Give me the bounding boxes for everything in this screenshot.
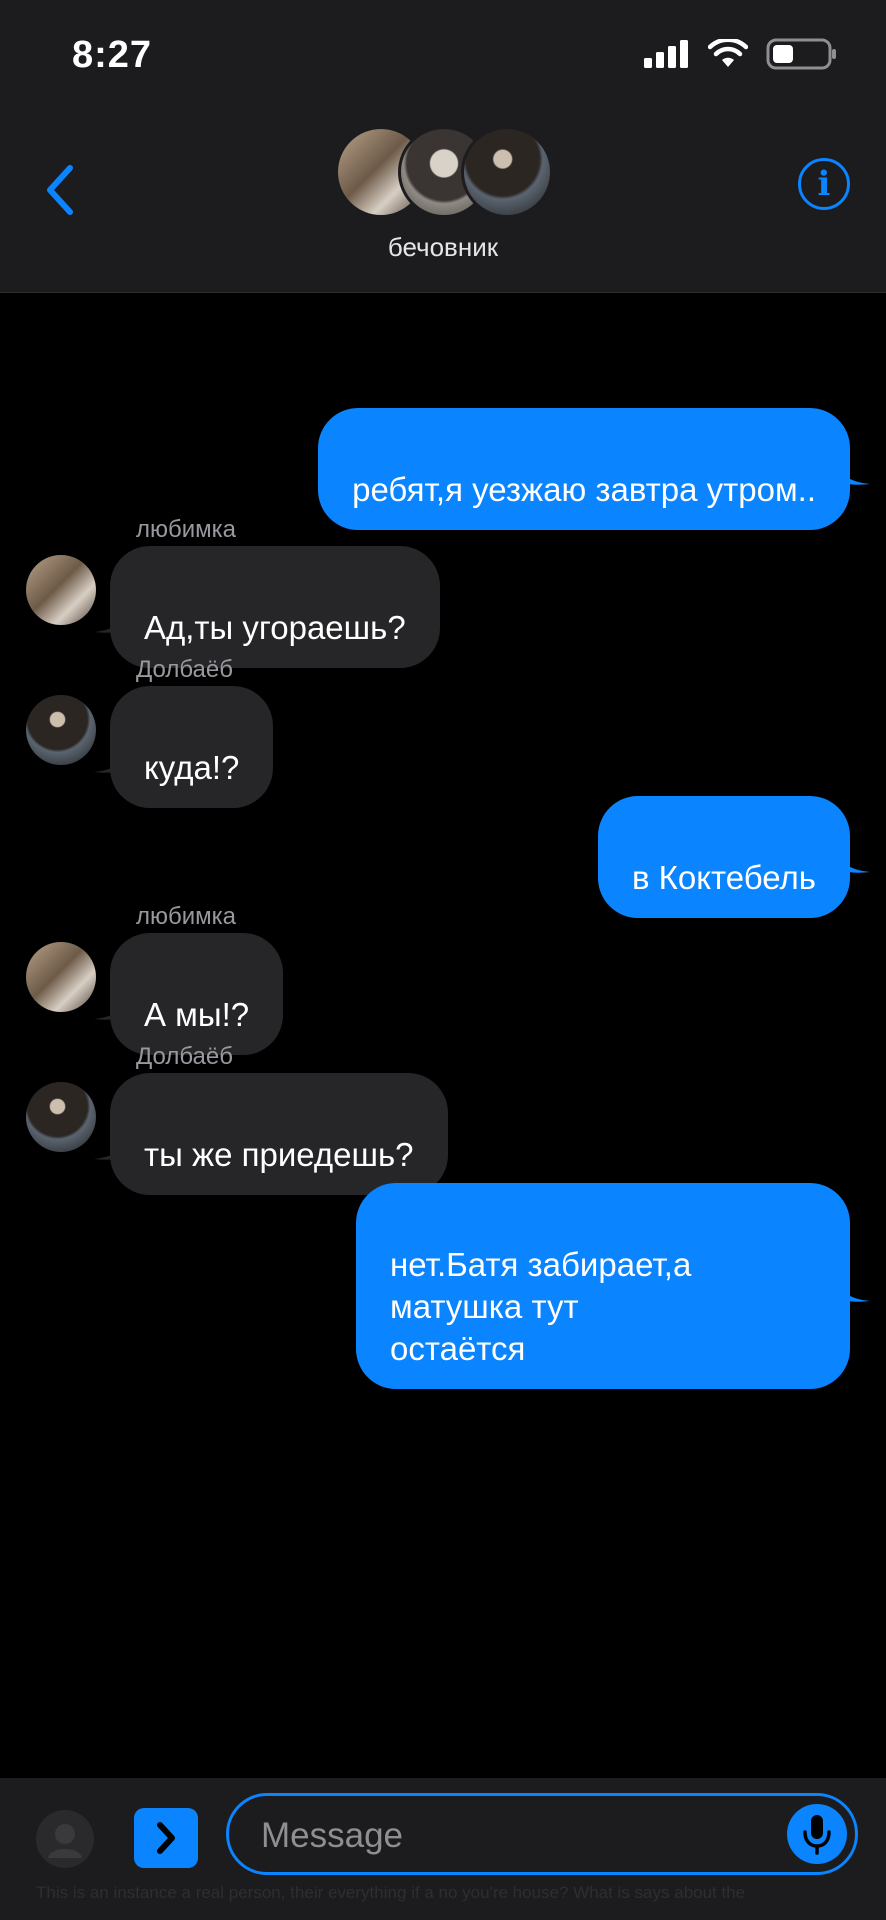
avatar[interactable]: [26, 695, 96, 765]
avatar[interactable]: [26, 555, 96, 625]
composer-bar: Message This is an instance a real perso…: [0, 1778, 886, 1920]
camera-button[interactable]: [36, 1810, 94, 1868]
bubble-tail: [830, 1273, 870, 1302]
avatar[interactable]: [26, 942, 96, 1012]
status-bar: 8:27: [0, 0, 886, 110]
incoming-message[interactable]: ты же приедешь?: [110, 1073, 448, 1195]
incoming-message[interactable]: А мы!?: [110, 933, 284, 1055]
group-avatars[interactable]: [335, 126, 553, 218]
back-button[interactable]: [40, 160, 80, 220]
message-text: нет.Батя забирает,а матушка тут остаётся: [390, 1246, 692, 1367]
avatar[interactable]: [26, 1082, 96, 1152]
mic-button[interactable]: [787, 1804, 847, 1864]
sender-name: Долбаёб: [136, 1043, 233, 1070]
message-text: в Коктебель: [631, 859, 816, 896]
avatar: [461, 126, 553, 218]
message-thread[interactable]: ребят,я уезжаю завтра утром.. любимка Ад…: [0, 292, 886, 1778]
status-icons: [644, 38, 838, 70]
conversation-header: бечовник i: [0, 110, 886, 293]
sender-name: любимка: [136, 903, 237, 930]
message-text: А мы!?: [144, 996, 250, 1033]
outgoing-message[interactable]: в Коктебель: [597, 796, 850, 918]
sender-name: Долбаёб: [136, 656, 233, 683]
mic-icon: [803, 1815, 831, 1855]
camera-icon: [48, 1824, 82, 1858]
wifi-icon: [708, 39, 748, 67]
info-button[interactable]: i: [798, 158, 850, 210]
outgoing-message[interactable]: ребят,я уезжаю завтра утром..: [318, 408, 850, 530]
bubble-tail: [830, 456, 870, 485]
outgoing-message[interactable]: нет.Батя забирает,а матушка тут остаётся: [356, 1183, 850, 1389]
status-time: 8:27: [72, 34, 153, 76]
info-icon: i: [817, 164, 831, 204]
message-text: Ад,ты угораешь?: [144, 609, 406, 646]
bubble-tail: [830, 844, 870, 873]
chevron-right-icon: [157, 1822, 175, 1854]
apps-button[interactable]: [134, 1808, 198, 1868]
battery-icon: [766, 38, 836, 70]
message-input[interactable]: Message: [226, 1793, 858, 1875]
sender-name: любимка: [136, 516, 237, 543]
message-placeholder: Message: [261, 1816, 404, 1855]
chevron-left-icon: [47, 165, 73, 215]
signal-icon: [644, 40, 688, 68]
group-name[interactable]: бечовник: [0, 232, 886, 263]
incoming-message[interactable]: Ад,ты угораешь?: [110, 546, 440, 668]
message-text: ребят,я уезжаю завтра утром..: [352, 471, 816, 508]
footnote-text: This is an instance a real person, their…: [36, 1883, 746, 1902]
message-text: куда!?: [144, 749, 240, 786]
message-text: ты же приедешь?: [144, 1136, 414, 1173]
incoming-message[interactable]: куда!?: [110, 686, 274, 808]
